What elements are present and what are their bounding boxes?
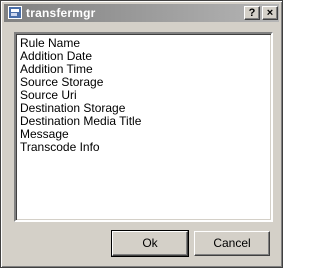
close-button[interactable]: × — [262, 6, 278, 20]
title-bar[interactable]: transfermgr ? × — [4, 4, 279, 22]
ok-button[interactable]: Ok — [111, 230, 189, 257]
cancel-button[interactable]: Cancel — [194, 231, 270, 256]
field-listbox[interactable]: Rule Name Addition Date Addition Time So… — [14, 32, 273, 222]
list-item[interactable]: Transcode Info — [20, 141, 141, 154]
field-list: Rule Name Addition Date Addition Time So… — [20, 37, 141, 154]
window-title: transfermgr — [26, 6, 96, 20]
help-button[interactable]: ? — [244, 6, 260, 20]
app-icon — [8, 6, 22, 19]
transfermgr-dialog: transfermgr ? × Rule Name Addition Date … — [0, 0, 283, 268]
